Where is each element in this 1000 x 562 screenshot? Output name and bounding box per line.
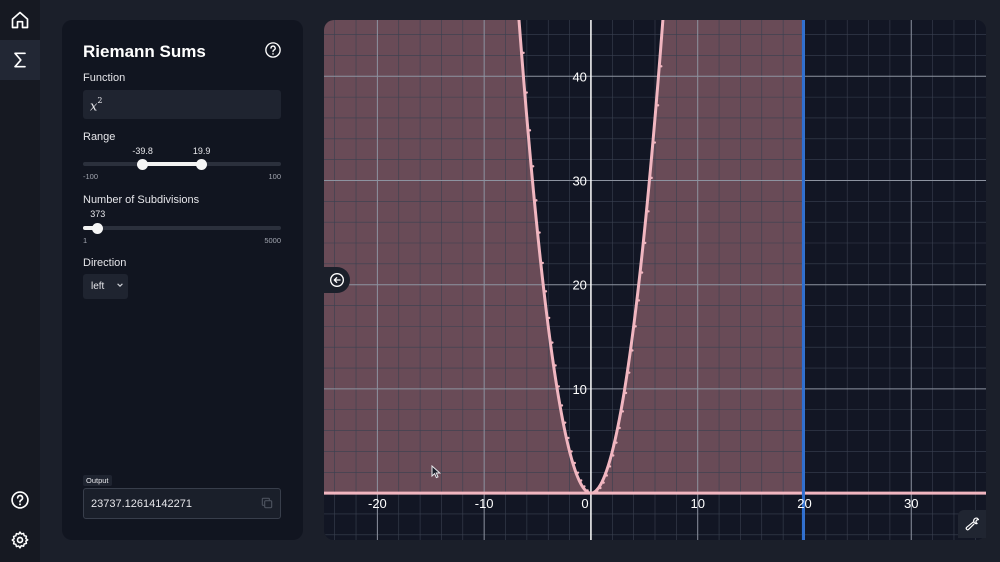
- app-root: Riemann Sums Function x2 Range -39.8 19.…: [0, 0, 1000, 562]
- subdivisions-thumb[interactable]: [92, 222, 104, 234]
- nav-help-button[interactable]: [0, 480, 40, 520]
- y-tick-label: 40: [572, 69, 586, 84]
- help-button[interactable]: [264, 41, 282, 59]
- subdivisions-min-label: 1: [83, 236, 88, 245]
- copy-icon[interactable]: [260, 496, 274, 510]
- function-label: Function: [83, 72, 126, 84]
- nav-home-button[interactable]: [0, 0, 40, 40]
- range-max-label: 100: [268, 172, 281, 181]
- y-tick-label: 10: [572, 382, 586, 397]
- nav-riemann-button[interactable]: [0, 40, 40, 80]
- function-input[interactable]: x2: [83, 90, 281, 119]
- range-label: Range: [83, 131, 116, 143]
- subdivisions-label: Number of Subdivisions: [83, 194, 200, 206]
- x-tick-label: 20: [797, 496, 811, 511]
- chevron-down-icon: [117, 283, 123, 287]
- x-tick-label: -10: [475, 496, 494, 511]
- function-exponent: 2: [97, 96, 103, 105]
- gear-icon: [11, 531, 29, 549]
- wrench-icon: [965, 517, 980, 531]
- graph-settings-button[interactable]: [958, 510, 986, 538]
- x-tick-label: 10: [690, 496, 704, 511]
- nav-rail: [0, 0, 40, 562]
- y-tick-label: 30: [572, 173, 586, 188]
- direction-select[interactable]: left: [83, 274, 128, 299]
- x-tick-label: 0: [581, 496, 588, 511]
- graph-svg[interactable]: -20 -10 0 10 20 30 10 20 30 40: [324, 20, 986, 540]
- settings-panel: Riemann Sums Function x2 Range -39.8 19.…: [62, 20, 303, 540]
- nav-settings-button[interactable]: [0, 520, 40, 560]
- help-circle-icon: [11, 491, 29, 509]
- direction-value: left: [91, 281, 105, 292]
- direction-label: Direction: [83, 257, 127, 269]
- question-icon: [265, 42, 281, 58]
- range-high-thumb[interactable]: [196, 158, 208, 170]
- mouse-cursor-icon: [431, 465, 442, 479]
- subdivisions-value: 373: [90, 209, 106, 219]
- range-low-thumb[interactable]: [137, 158, 149, 170]
- sigma-icon: [14, 52, 26, 68]
- y-tick-label: 20: [572, 278, 586, 293]
- output-value: 23737.12614142271: [91, 498, 192, 510]
- subdivisions-max-label: 5000: [264, 236, 281, 245]
- collapse-panel-button[interactable]: [324, 267, 350, 293]
- home-icon: [11, 11, 29, 29]
- range-low-value: -39.8: [132, 146, 153, 156]
- output-field[interactable]: 23737.12614142271: [83, 488, 281, 519]
- x-tick-label: 30: [904, 496, 918, 511]
- range-high-value: 19.9: [192, 146, 211, 156]
- panel-title: Riemann Sums: [83, 42, 206, 61]
- graph-canvas[interactable]: -20 -10 0 10 20 30 10 20 30 40: [324, 20, 986, 540]
- x-tick-label: -20: [368, 496, 387, 511]
- range-fill: [142, 162, 202, 166]
- output-label: Output: [83, 475, 112, 486]
- range-min-label: -100: [83, 172, 99, 181]
- arrow-left-circle-icon: [330, 273, 344, 287]
- subdivisions-track[interactable]: [83, 226, 281, 230]
